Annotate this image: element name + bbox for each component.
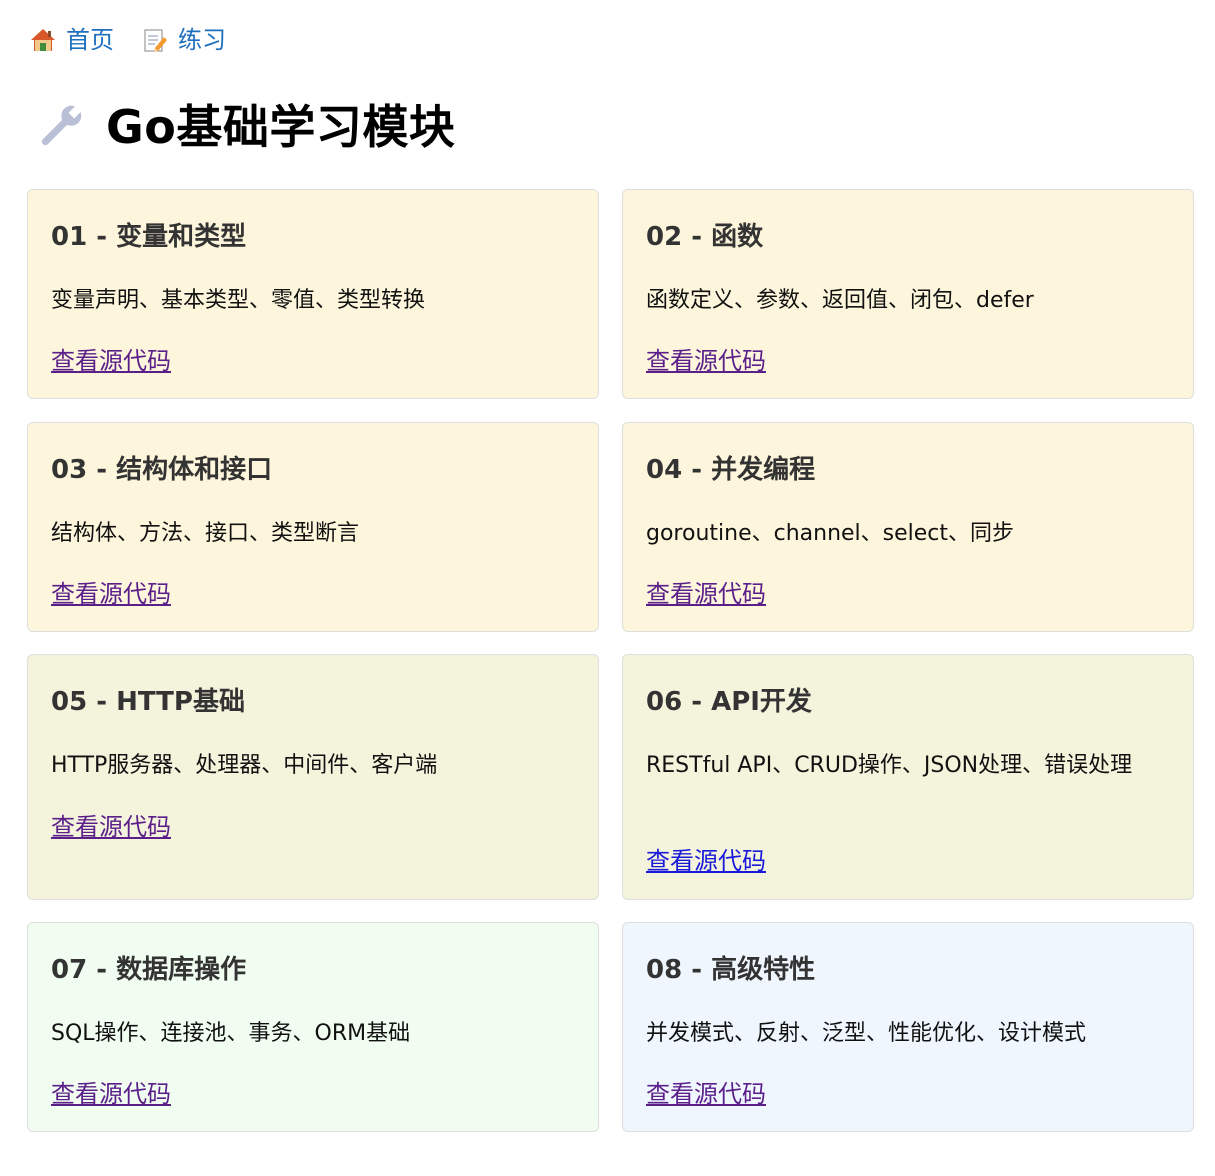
view-source-link[interactable]: 查看源代码 <box>51 812 171 842</box>
module-card-02: 02 - 函数 函数定义、参数、返回值、闭包、defer 查看源代码 <box>622 189 1194 399</box>
card-description: goroutine、channel、select、同步 <box>646 521 1015 546</box>
view-source-link[interactable]: 查看源代码 <box>646 346 766 376</box>
module-card-03: 03 - 结构体和接口 结构体、方法、接口、类型断言 查看源代码 <box>27 422 599 632</box>
module-card-08: 08 - 高级特性 并发模式、反射、泛型、性能优化、设计模式 查看源代码 <box>622 922 1194 1132</box>
page-title-text: Go基础学习模块 <box>106 100 456 154</box>
breadcrumb-home-label: 首页 <box>66 26 114 54</box>
card-description: 变量声明、基本类型、零值、类型转换 <box>51 288 426 313</box>
card-title: 05 - HTTP基础 <box>51 687 245 717</box>
card-title: 01 - 变量和类型 <box>51 222 247 252</box>
memo-icon <box>142 27 168 53</box>
view-source-link[interactable]: 查看源代码 <box>646 579 766 609</box>
card-title: 02 - 函数 <box>646 222 764 252</box>
module-card-06: 06 - API开发 RESTful API、CRUD操作、JSON处理、错误处… <box>622 654 1194 900</box>
view-source-link[interactable]: 查看源代码 <box>51 579 171 609</box>
card-title: 07 - 数据库操作 <box>51 955 247 985</box>
card-description: 并发模式、反射、泛型、性能优化、设计模式 <box>646 1021 1087 1046</box>
module-card-05: 05 - HTTP基础 HTTP服务器、处理器、中间件、客户端 查看源代码 <box>27 654 599 900</box>
card-title: 08 - 高级特性 <box>646 955 816 985</box>
card-title: 06 - API开发 <box>646 687 812 717</box>
card-description: RESTful API、CRUD操作、JSON处理、错误处理 <box>646 753 1133 778</box>
page-title: Go基础学习模块 <box>32 92 455 162</box>
card-description: 结构体、方法、接口、类型断言 <box>51 521 360 546</box>
card-title: 04 - 并发编程 <box>646 455 816 485</box>
house-icon <box>30 27 56 53</box>
breadcrumb-home-link[interactable]: 首页 <box>30 27 114 53</box>
module-card-04: 04 - 并发编程 goroutine、channel、select、同步 查看… <box>622 422 1194 632</box>
view-source-link[interactable]: 查看源代码 <box>646 1079 766 1109</box>
module-card-07: 07 - 数据库操作 SQL操作、连接池、事务、ORM基础 查看源代码 <box>27 922 599 1132</box>
card-title: 03 - 结构体和接口 <box>51 455 273 485</box>
breadcrumb-practice-link[interactable]: 练习 <box>142 27 226 53</box>
breadcrumb-practice-label: 练习 <box>178 26 226 54</box>
view-source-link[interactable]: 查看源代码 <box>51 1079 171 1109</box>
view-source-link[interactable]: 查看源代码 <box>646 846 766 876</box>
card-description: SQL操作、连接池、事务、ORM基础 <box>51 1021 411 1046</box>
wrench-icon <box>32 99 88 155</box>
breadcrumb: 首页 练习 <box>30 20 254 60</box>
page: 首页 练习 Go基础学习模块 01 - 变量和类型 变量声明、基本类型、零值、类… <box>0 0 1215 1176</box>
card-description: HTTP服务器、处理器、中间件、客户端 <box>51 753 438 778</box>
view-source-link[interactable]: 查看源代码 <box>51 346 171 376</box>
card-description: 函数定义、参数、返回值、闭包、defer <box>646 288 1034 313</box>
module-card-01: 01 - 变量和类型 变量声明、基本类型、零值、类型转换 查看源代码 <box>27 189 599 399</box>
